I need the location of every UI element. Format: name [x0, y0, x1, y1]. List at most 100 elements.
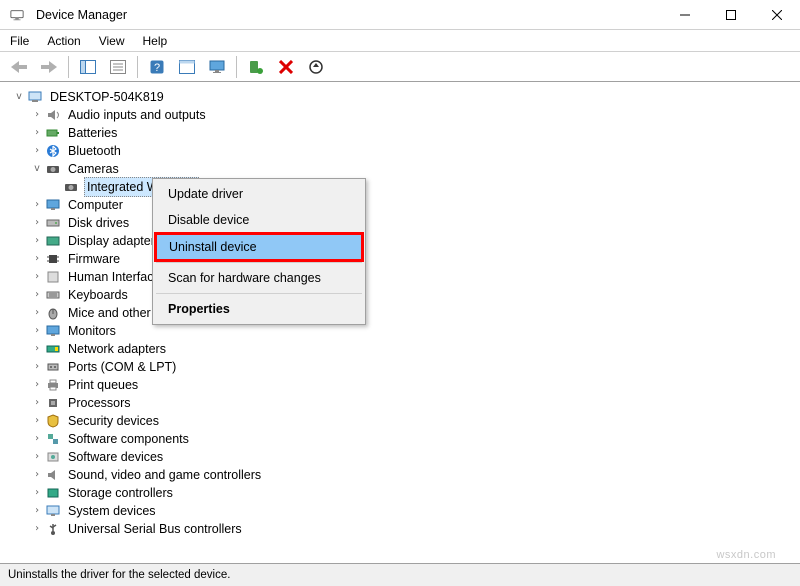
- watermark: wsxdn.com: [716, 549, 776, 561]
- computer-icon: [26, 89, 44, 105]
- toolbar-scan-icon[interactable]: [174, 55, 200, 79]
- tree-item-software-devices[interactable]: ›Software devices: [2, 448, 800, 466]
- expand-icon[interactable]: ›: [30, 430, 44, 448]
- tree-item-integrated-webcam[interactable]: Integrated Webcam: [2, 178, 800, 196]
- mouse-icon: [44, 305, 62, 321]
- port-icon: [44, 359, 62, 375]
- context-menu: Update driver Disable device Uninstall d…: [152, 178, 366, 325]
- tree-root[interactable]: v DESKTOP-504K819: [2, 88, 800, 106]
- minimize-button[interactable]: [662, 0, 708, 30]
- tree-item-cameras[interactable]: vCameras: [2, 160, 800, 178]
- tree-item-batteries[interactable]: ›Batteries: [2, 124, 800, 142]
- device-tree[interactable]: v DESKTOP-504K819 ›Audio inputs and outp…: [0, 82, 800, 564]
- expand-icon[interactable]: ›: [30, 466, 44, 484]
- tree-item-keyboards[interactable]: ›Keyboards: [2, 286, 800, 304]
- menu-help[interactable]: Help: [143, 34, 168, 48]
- expand-icon[interactable]: ›: [30, 376, 44, 394]
- tree-item-display-adapters[interactable]: ›Display adapters: [2, 232, 800, 250]
- camera-icon: [62, 179, 80, 195]
- tree-item-bluetooth[interactable]: ›Bluetooth: [2, 142, 800, 160]
- statusbar: Uninstalls the driver for the selected d…: [0, 564, 800, 586]
- titlebar: Device Manager: [0, 0, 800, 30]
- camera-icon: [44, 161, 62, 177]
- expand-icon[interactable]: ›: [30, 214, 44, 232]
- toolbar-uninstall-icon[interactable]: [273, 55, 299, 79]
- expand-icon[interactable]: ›: [30, 142, 44, 160]
- toolbar-properties-icon[interactable]: [105, 55, 131, 79]
- tree-item-software-components[interactable]: ›Software components: [2, 430, 800, 448]
- menu-action[interactable]: Action: [47, 34, 80, 48]
- expand-icon[interactable]: ›: [30, 232, 44, 250]
- tree-item-mice[interactable]: ›Mice and other pointing devices: [2, 304, 800, 322]
- tree-item-disk-drives[interactable]: ›Disk drives: [2, 214, 800, 232]
- tree-item-hid[interactable]: ›Human Interface Devices: [2, 268, 800, 286]
- menu-update-driver[interactable]: Update driver: [155, 181, 363, 207]
- tree-item-firmware[interactable]: ›Firmware: [2, 250, 800, 268]
- toolbar-separator: [236, 56, 237, 78]
- expand-icon[interactable]: ›: [30, 124, 44, 142]
- expand-icon[interactable]: ›: [30, 196, 44, 214]
- bluetooth-icon: [44, 143, 62, 159]
- menu-disable-device[interactable]: Disable device: [155, 207, 363, 233]
- toolbar: ?: [0, 52, 800, 82]
- tree-item-storage[interactable]: ›Storage controllers: [2, 484, 800, 502]
- expand-icon[interactable]: ›: [30, 448, 44, 466]
- menu-scan-hardware[interactable]: Scan for hardware changes: [155, 265, 363, 291]
- security-icon: [44, 413, 62, 429]
- tree-item-usb[interactable]: ›Universal Serial Bus controllers: [2, 520, 800, 538]
- tree-item-sound[interactable]: ›Sound, video and game controllers: [2, 466, 800, 484]
- menu-properties[interactable]: Properties: [155, 296, 363, 322]
- expand-icon[interactable]: ›: [30, 286, 44, 304]
- collapse-icon[interactable]: v: [12, 88, 26, 106]
- hid-icon: [44, 269, 62, 285]
- keyboard-icon: [44, 287, 62, 303]
- battery-icon: [44, 125, 62, 141]
- tree-item-audio[interactable]: ›Audio inputs and outputs: [2, 106, 800, 124]
- toolbar-update-icon[interactable]: [303, 55, 329, 79]
- menu-view[interactable]: View: [99, 34, 125, 48]
- menu-separator: [156, 293, 362, 294]
- collapse-icon[interactable]: v: [30, 160, 44, 178]
- expand-icon[interactable]: ›: [30, 106, 44, 124]
- tree-item-ports[interactable]: ›Ports (COM & LPT): [2, 358, 800, 376]
- toolbar-enable-icon[interactable]: [243, 55, 269, 79]
- expand-icon[interactable]: ›: [30, 502, 44, 520]
- speaker-icon: [44, 467, 62, 483]
- window-title-text: Device Manager: [36, 8, 127, 22]
- tree-item-system-devices[interactable]: ›System devices: [2, 502, 800, 520]
- toolbar-show-hide-tree-icon[interactable]: [75, 55, 101, 79]
- expand-icon[interactable]: ›: [30, 340, 44, 358]
- expand-icon[interactable]: ›: [30, 412, 44, 430]
- monitor-icon: [44, 197, 62, 213]
- expand-icon[interactable]: ›: [30, 250, 44, 268]
- maximize-button[interactable]: [708, 0, 754, 30]
- menu-file[interactable]: File: [10, 34, 29, 48]
- expand-icon[interactable]: ›: [30, 394, 44, 412]
- expand-icon[interactable]: ›: [30, 322, 44, 340]
- tree-item-processors[interactable]: ›Processors: [2, 394, 800, 412]
- back-button[interactable]: [6, 55, 32, 79]
- tree-item-monitors[interactable]: ›Monitors: [2, 322, 800, 340]
- tree-item-print-queues[interactable]: ›Print queues: [2, 376, 800, 394]
- toolbar-monitor-icon[interactable]: [204, 55, 230, 79]
- toolbar-help-icon[interactable]: ?: [144, 55, 170, 79]
- forward-button[interactable]: [36, 55, 62, 79]
- svg-text:?: ?: [154, 62, 160, 74]
- toolbar-separator: [68, 56, 69, 78]
- disk-icon: [44, 215, 62, 231]
- expand-icon[interactable]: ›: [30, 358, 44, 376]
- close-button[interactable]: [754, 0, 800, 30]
- tree-item-computer[interactable]: ›Computer: [2, 196, 800, 214]
- display-adapter-icon: [44, 233, 62, 249]
- expand-icon[interactable]: ›: [30, 268, 44, 286]
- tree-item-network[interactable]: ›Network adapters: [2, 340, 800, 358]
- component-icon: [44, 431, 62, 447]
- window-title: Device Manager: [8, 7, 662, 23]
- menu-uninstall-device[interactable]: Uninstall device: [156, 234, 362, 260]
- expand-icon[interactable]: ›: [30, 520, 44, 538]
- printer-icon: [44, 377, 62, 393]
- tree-item-security[interactable]: ›Security devices: [2, 412, 800, 430]
- expand-icon[interactable]: ›: [30, 304, 44, 322]
- expand-icon[interactable]: ›: [30, 484, 44, 502]
- audio-icon: [44, 107, 62, 123]
